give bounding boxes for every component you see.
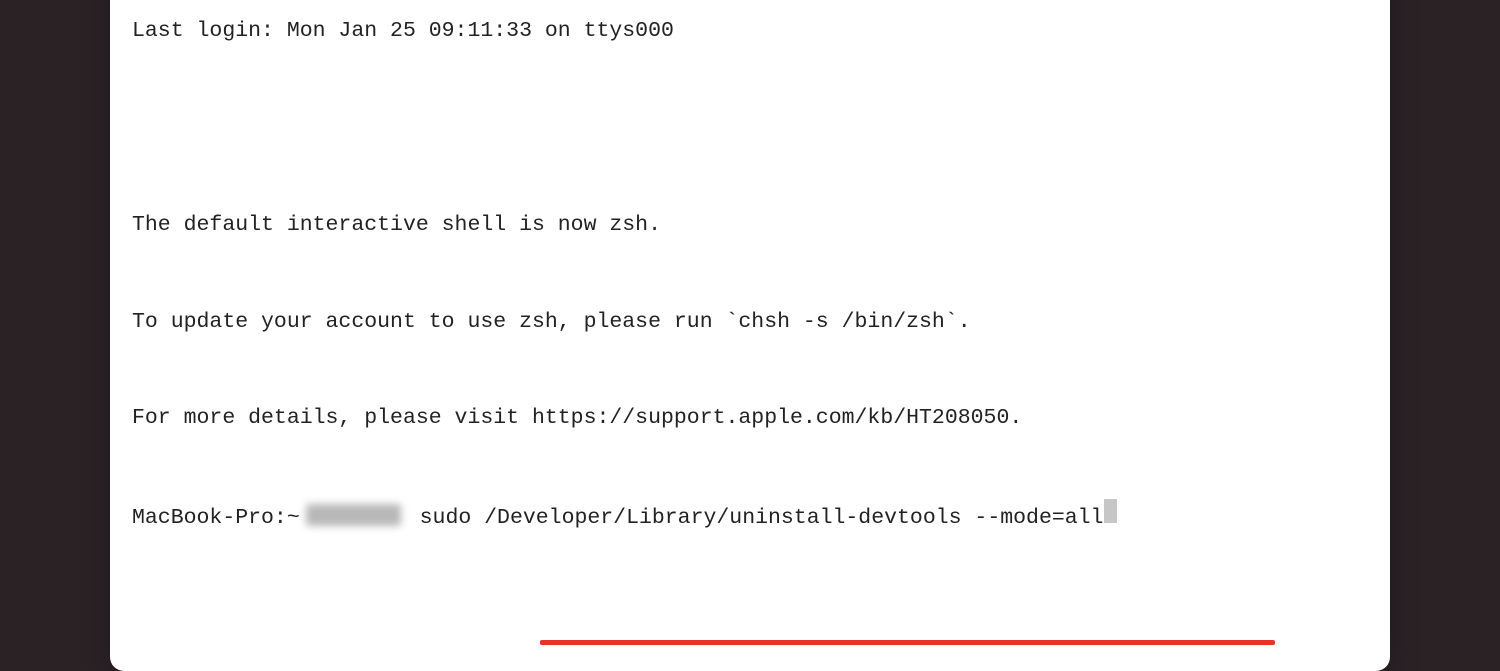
terminal-window: — -bash — 80×24 Last login: Mon Jan 25 0… [110,0,1390,671]
command-underline-highlight [540,640,1275,645]
frame-background: — -bash — 80×24 Last login: Mon Jan 25 0… [0,0,1500,558]
terminal-line-zsh-notice-2: To update your account to use zsh, pleas… [132,306,1368,338]
cursor-icon [1104,499,1117,523]
redacted-username-prompt [306,504,401,526]
entered-command: sudo /Developer/Library/uninstall-devtoo… [407,502,1104,534]
terminal-line-zsh-notice-3: For more details, please visit https://s… [132,402,1368,434]
terminal-body[interactable]: Last login: Mon Jan 25 09:11:33 on ttys0… [110,0,1390,671]
terminal-line-zsh-notice-1: The default interactive shell is now zsh… [132,209,1368,241]
terminal-line-last-login: Last login: Mon Jan 25 09:11:33 on ttys0… [132,15,1368,47]
terminal-prompt-line: MacBook-Pro:~ sudo /Developer/Library/un… [132,499,1368,534]
terminal-blank-line [132,112,1368,144]
prompt-host: MacBook-Pro:~ [132,502,300,534]
